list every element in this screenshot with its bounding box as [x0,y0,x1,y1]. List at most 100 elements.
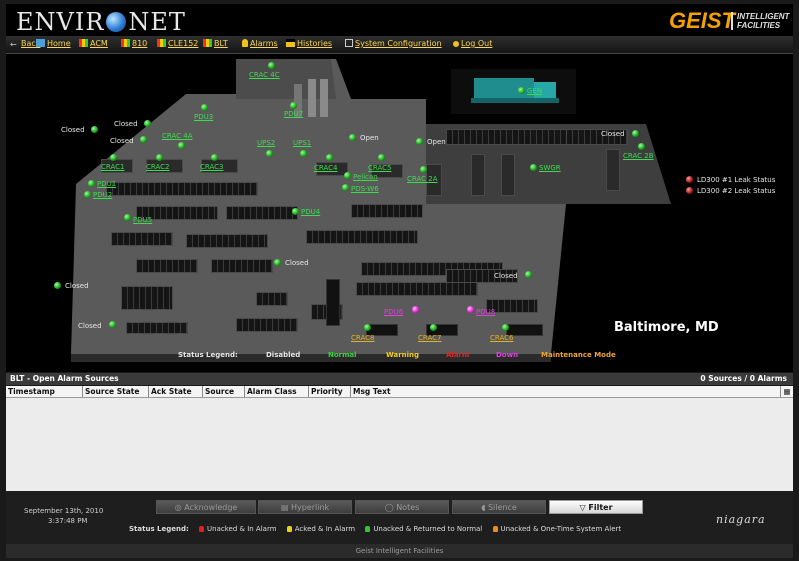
crac4-link[interactable]: CRAC4 [314,164,337,172]
door-status: Closed [114,120,138,128]
app-header: ENVIR NET GEIST INTELLIGENT FACILITIES [6,4,793,36]
nav-home-label: Home [47,39,71,48]
nav-alarms[interactable]: Alarms [242,39,278,48]
crac2-link[interactable]: CRAC2 [146,163,169,171]
hyperlink-button[interactable]: ▤ Hyperlink [258,500,352,514]
status-indicator-normal [502,324,509,331]
nav-blt[interactable]: BLT [203,39,228,48]
col-ack-state[interactable]: Ack State [149,386,203,397]
logo-net-text: NET [128,8,186,36]
door-status: Closed [494,272,518,280]
acknowledge-label: Acknowledge [184,503,238,512]
col-source[interactable]: Source [203,386,245,397]
pdu8-link[interactable]: PDU8 [476,308,495,316]
current-time: 3:37:48 PM [48,517,88,525]
alarm-bell-icon [199,526,205,532]
col-timestamp[interactable]: Timestamp [6,386,83,397]
nav-acm[interactable]: ACM [79,39,108,48]
status-indicator-normal [525,271,532,278]
status-indicator-normal [54,282,61,289]
hyperlink-icon: ▤ [280,503,291,512]
page-footer: Geist Intelligent Facilities [6,544,793,558]
status-indicator-normal [300,150,307,157]
column-chooser-icon[interactable]: ▦ [780,386,793,397]
status-indicator-normal [518,87,525,94]
rack-row [236,318,298,332]
status-indicator-normal [378,154,385,161]
crac3-link[interactable]: CRAC3 [200,163,223,171]
environet-logo: ENVIR NET [16,8,186,36]
generator-base [471,98,559,103]
nav-system-configuration[interactable]: System Configuration [345,39,442,48]
nav-cle152[interactable]: CLE152 [157,39,198,48]
alarm-table-body[interactable] [6,398,793,491]
col-msg-text[interactable]: Msg Text [351,386,779,397]
floor-front-edge [71,354,551,362]
silence-button[interactable]: ◖ Silence [452,500,546,514]
door-status: Closed [601,130,625,138]
crac1-link[interactable]: CRAC1 [101,163,124,171]
crac8-link[interactable]: CRAC8 [351,334,374,342]
nav-log-out[interactable]: Log Out [453,39,492,48]
status-indicator-normal [140,136,147,143]
pdu1-link[interactable]: PDU1 [97,180,116,188]
home-icon [36,39,45,47]
ups1-link[interactable]: UPS1 [293,139,311,147]
status-indicator-normal [632,130,639,137]
globe-icon [106,12,127,32]
crac-2b-link[interactable]: CRAC 2B [623,152,654,160]
crac-2a-link[interactable]: CRAC 2A [407,175,438,183]
status-indicator-normal [268,62,275,69]
alarm-summary: 0 Sources / 0 Alarms [700,374,787,383]
crac6-link[interactable]: CRAC6 [490,334,513,342]
leak-status-label[interactable]: LD300 #1 Leak Status [697,176,775,184]
status-indicator-normal [530,164,537,171]
rack-column [326,279,340,326]
pdu3-link[interactable]: PDU3 [194,113,213,121]
status-legend-title: Status Legend: [129,525,189,533]
niagara-logo: niagara [716,513,766,526]
leak-status-label[interactable]: LD300 #2 Leak Status [697,187,775,195]
status-indicator-normal [124,214,131,221]
legend-warning: Warning [386,351,420,359]
acknowledge-icon: ◎ [174,503,185,512]
legend-acked-in-alarm: Acked & In Alarm [294,525,356,533]
status-indicator-down [467,306,474,313]
nav-810[interactable]: 810 [121,39,147,48]
nav-810-label: 810 [132,39,148,48]
pdu5-link[interactable]: PDU5 [133,216,152,224]
pdu4-link[interactable]: PDU4 [301,208,320,216]
nav-cle152-label: CLE152 [168,39,199,48]
status-indicator-normal [211,154,218,161]
pdu7-link[interactable]: PDU7 [284,110,303,118]
alarm-status-legend: Status Legend: Unacked & In Alarm Acked … [129,525,621,533]
crac7-link[interactable]: CRAC7 [418,334,441,342]
hyperlink-label: Hyperlink [290,503,330,512]
crac5-link[interactable]: CRAC5 [368,164,391,172]
col-source-state[interactable]: Source State [83,386,149,397]
nav-alarms-label: Alarms [250,39,278,48]
acknowledge-button[interactable]: ◎ Acknowledge [156,500,256,514]
bar-chart-icon [157,39,166,47]
rack-row [136,259,198,273]
gen-link[interactable]: GEN [527,87,542,95]
pdu2-link[interactable]: PDU2 [93,191,112,199]
crac-4c-link[interactable]: CRAC 4C [249,71,280,79]
nav-histories[interactable]: Histories [286,39,332,48]
pelican-link[interactable]: Pelican [353,173,378,181]
col-priority[interactable]: Priority [309,386,351,397]
filter-button[interactable]: ▽ Filter [549,500,643,514]
ups2-link[interactable]: UPS2 [257,139,275,147]
swgr-link[interactable]: SWGR [539,164,561,172]
door-status: Open [360,134,379,142]
status-indicator-normal [156,154,163,161]
legend-unacked-returned-normal: Unacked & Returned to Normal [373,525,483,533]
crac-4a-link[interactable]: CRAC 4A [162,132,193,140]
pds-w6-link[interactable]: PDS-W6 [351,185,379,193]
back-arrow-icon: ← [10,40,17,49]
nav-home[interactable]: Home [36,39,71,48]
nav-histories-label: Histories [297,39,333,48]
col-alarm-class[interactable]: Alarm Class [245,386,309,397]
pdu6-link[interactable]: PDU6 [384,308,403,316]
notes-button[interactable]: ◯ Notes [355,500,449,514]
